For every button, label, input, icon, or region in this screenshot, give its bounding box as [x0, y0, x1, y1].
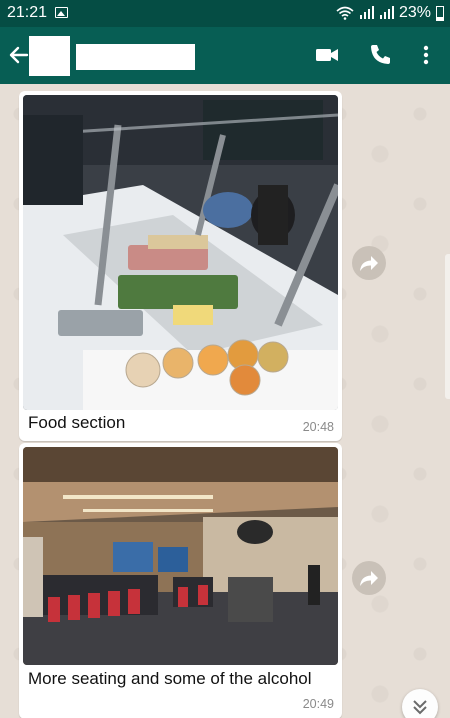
chat-area[interactable]: Food section 20:48 More seating and some… — [0, 84, 450, 718]
phone-icon[interactable] — [367, 42, 393, 68]
image-message[interactable]: More seating and some of the alcohol 20:… — [19, 443, 342, 718]
message-timestamp: 20:48 — [302, 420, 334, 434]
wifi-icon — [336, 6, 354, 20]
battery-percent: 23% — [398, 4, 431, 21]
more-vert-icon[interactable] — [413, 42, 439, 68]
message-caption: Food section — [28, 413, 126, 432]
message-caption: More seating and some of the alcohol — [28, 669, 312, 688]
signal-icon — [359, 6, 374, 19]
system-icons: 23% — [336, 4, 444, 22]
forward-button[interactable] — [352, 246, 386, 280]
video-call-icon[interactable] — [314, 42, 340, 68]
image-message[interactable]: Food section 20:48 — [19, 91, 342, 441]
scroll-to-bottom-button[interactable] — [402, 689, 438, 718]
message-timestamp: 20:49 — [302, 697, 334, 711]
image-notification-icon — [55, 7, 68, 18]
forward-icon — [360, 571, 378, 586]
contact-name[interactable] — [76, 44, 195, 70]
double-chevron-down-icon — [413, 700, 427, 715]
signal-icon — [379, 6, 394, 19]
contact-avatar[interactable] — [29, 36, 70, 76]
chat-header — [0, 27, 450, 84]
scrollbar-handle[interactable] — [445, 254, 450, 399]
seating-photo[interactable] — [23, 447, 338, 665]
forward-button[interactable] — [352, 561, 386, 595]
food-section-photo[interactable] — [23, 95, 338, 410]
battery-icon — [436, 5, 444, 21]
status-time: 21:21 — [7, 4, 48, 21]
status-bar: 21:21 23% — [0, 0, 450, 27]
forward-icon — [360, 256, 378, 271]
